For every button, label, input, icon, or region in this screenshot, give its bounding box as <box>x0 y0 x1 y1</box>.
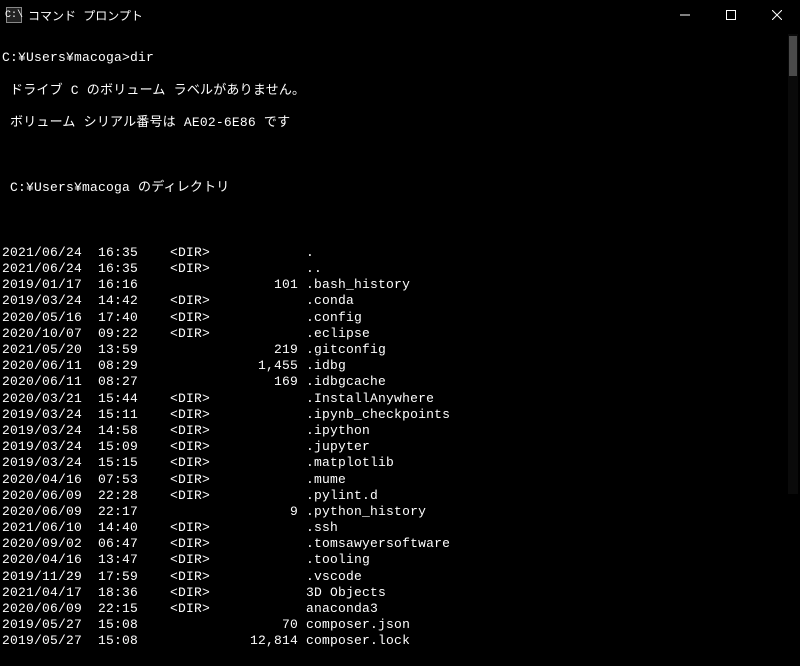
scrollbar-track[interactable] <box>788 34 798 494</box>
volume-label-line: ドライブ C のボリューム ラベルがありません。 <box>2 83 794 99</box>
window-controls <box>662 0 800 30</box>
dir-entry: 2021/06/24 16:35 <DIR> . <box>2 245 794 261</box>
dir-entry: 2021/06/10 14:40 <DIR> .ssh <box>2 520 794 536</box>
prompt-path: C:¥Users¥macoga> <box>2 50 130 65</box>
dir-entry: 2019/03/24 14:42 <DIR> .conda <box>2 293 794 309</box>
dir-entry: 2020/09/02 06:47 <DIR> .tomsawyersoftwar… <box>2 536 794 552</box>
terminal-output[interactable]: C:¥Users¥macoga>dir ドライブ C のボリューム ラベルがあり… <box>0 30 800 666</box>
dir-entry: 2020/10/07 09:22 <DIR> .eclipse <box>2 326 794 342</box>
dir-entry: 2019/05/27 15:08 12,814 composer.lock <box>2 633 794 649</box>
serial-number-line: ボリューム シリアル番号は AE02-6E86 です <box>2 115 794 131</box>
directory-of-line: C:¥Users¥macoga のディレクトリ <box>2 180 794 196</box>
window-title: コマンド プロンプト <box>28 7 143 24</box>
dir-entry: 2019/03/24 15:09 <DIR> .jupyter <box>2 439 794 455</box>
dir-entry: 2021/06/24 16:35 <DIR> .. <box>2 261 794 277</box>
dir-entry: 2020/03/21 15:44 <DIR> .InstallAnywhere <box>2 391 794 407</box>
dir-entry: 2020/04/16 13:47 <DIR> .tooling <box>2 552 794 568</box>
close-button[interactable] <box>754 0 800 30</box>
dir-entry: 2020/04/16 07:53 <DIR> .mume <box>2 472 794 488</box>
cmd-icon: C:\ <box>6 7 22 23</box>
blank-line <box>2 148 794 164</box>
dir-entry: 2020/05/16 17:40 <DIR> .config <box>2 310 794 326</box>
titlebar: C:\ コマンド プロンプト <box>0 0 800 30</box>
dir-entry: 2019/03/24 15:11 <DIR> .ipynb_checkpoint… <box>2 407 794 423</box>
dir-entry: 2020/06/11 08:27 169 .idbgcache <box>2 374 794 390</box>
typed-command: dir <box>130 50 154 65</box>
dir-entry: 2019/03/24 15:15 <DIR> .matplotlib <box>2 455 794 471</box>
dir-entry: 2020/06/09 22:28 <DIR> .pylint.d <box>2 488 794 504</box>
dir-entry: 2021/05/20 13:59 219 .gitconfig <box>2 342 794 358</box>
scrollbar-thumb[interactable] <box>789 36 797 76</box>
dir-entry: 2021/04/17 18:36 <DIR> 3D Objects <box>2 585 794 601</box>
blank-line <box>2 212 794 228</box>
minimize-button[interactable] <box>662 0 708 30</box>
dir-entry: 2019/05/27 15:08 70 composer.json <box>2 617 794 633</box>
dir-entry: 2019/03/24 14:58 <DIR> .ipython <box>2 423 794 439</box>
dir-entry: 2020/06/09 22:15 <DIR> anaconda3 <box>2 601 794 617</box>
dir-entry: 2019/11/29 17:59 <DIR> .vscode <box>2 569 794 585</box>
maximize-button[interactable] <box>708 0 754 30</box>
dir-entry: 2020/06/09 22:17 9 .python_history <box>2 504 794 520</box>
dir-entry: 2019/01/17 16:16 101 .bash_history <box>2 277 794 293</box>
dir-entry: 2020/06/11 08:29 1,455 .idbg <box>2 358 794 374</box>
